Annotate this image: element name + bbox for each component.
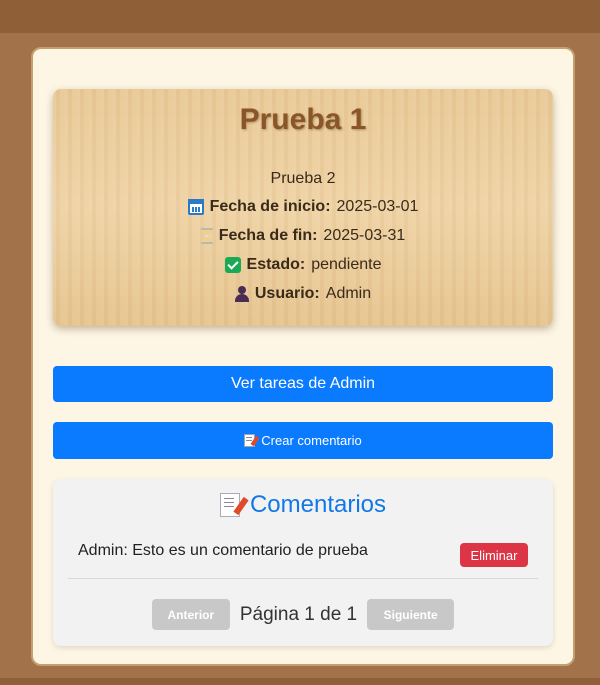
start-date-label: Fecha de inicio: — [209, 198, 331, 215]
comments-title: Comentarios — [249, 491, 387, 518]
delete-comment-button[interactable]: Eliminar — [460, 543, 528, 567]
view-tasks-button[interactable]: Ver tareas de Admin — [53, 366, 553, 402]
start-date-value: 2025-03-01 — [336, 198, 419, 215]
comments-header: Comentarios — [53, 491, 553, 519]
view-tasks-label: Ver tareas de Admin — [230, 375, 376, 392]
end-date-label: Fecha de fin: — [218, 227, 318, 244]
task-description: Prueba 2 — [270, 170, 336, 187]
user-icon — [234, 286, 249, 302]
end-date-value: 2025-03-31 — [323, 227, 406, 244]
pagination: Anterior Página 1 de 1 Siguiente — [53, 599, 553, 630]
calendar-icon — [187, 199, 204, 215]
task-title: Prueba 1 — [239, 103, 367, 136]
status-label: Estado: — [246, 256, 306, 273]
main-container: Prueba 1 Prueba 2 Fecha de inicio: 2025-… — [31, 47, 575, 666]
comment-text: Admin: Esto es un comentario de prueba — [78, 542, 368, 559]
user-label: Usuario: — [254, 285, 320, 302]
next-page-button[interactable]: Siguiente — [367, 599, 455, 630]
check-icon — [224, 257, 241, 273]
start-date-line: Fecha de inicio: 2025-03-01 — [53, 198, 553, 216]
memo-icon — [219, 493, 240, 517]
page-info: Página 1 de 1 — [239, 603, 358, 625]
comment-item: Admin: Esto es un comentario de prueba E… — [68, 533, 538, 579]
end-date-line: Fecha de fin: 2025-03-31 — [53, 227, 553, 245]
task-card: Prueba 1 Prueba 2 Fecha de inicio: 2025-… — [53, 89, 553, 326]
memo-icon — [244, 434, 256, 447]
prev-page-button[interactable]: Anterior — [151, 599, 230, 630]
bottom-bar — [0, 678, 600, 685]
status-value: pendiente — [311, 256, 382, 273]
hourglass-icon — [200, 228, 213, 244]
comments-section: Comentarios Admin: Esto es un comentario… — [53, 479, 553, 646]
user-line: Usuario: Admin — [53, 285, 553, 303]
status-line: Estado: pendiente — [53, 256, 553, 274]
create-comment-button[interactable]: Crear comentario — [53, 422, 553, 459]
user-value: Admin — [325, 285, 372, 302]
create-comment-label: Crear comentario — [261, 433, 362, 448]
top-bar — [0, 0, 600, 33]
